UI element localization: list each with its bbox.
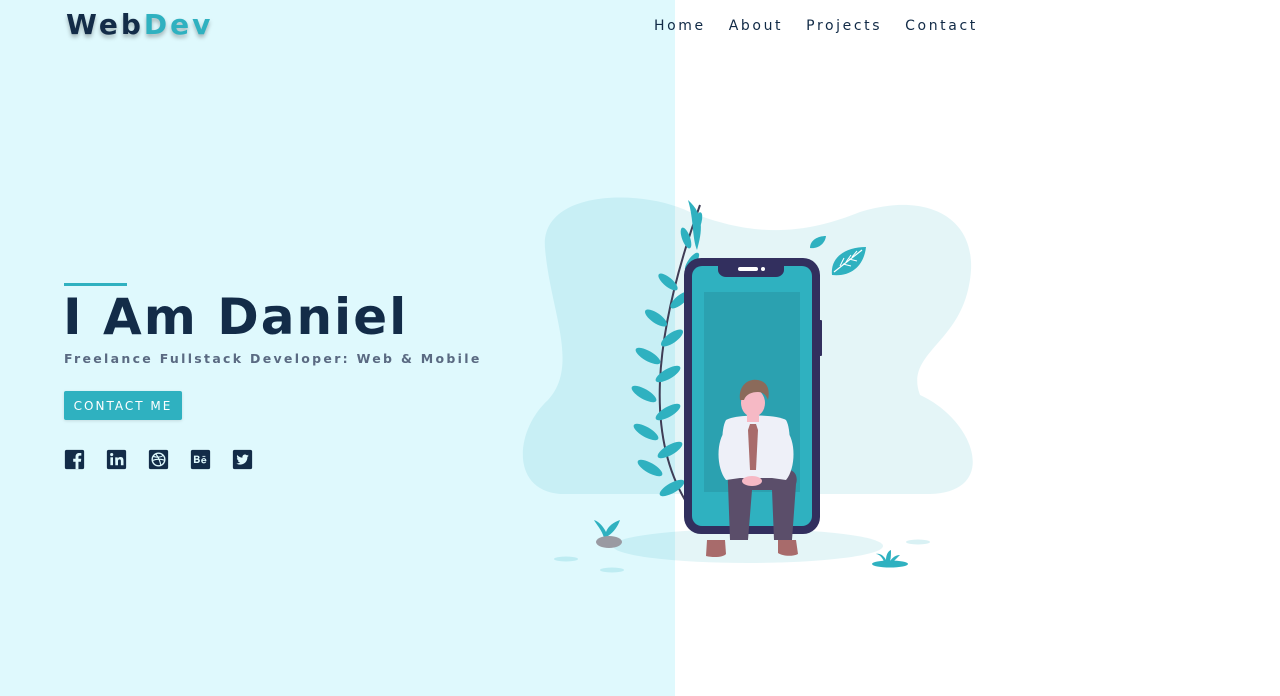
linkedin-icon[interactable]: [106, 449, 127, 470]
behance-icon[interactable]: [190, 449, 211, 470]
nav-home-link[interactable]: Home: [654, 18, 706, 34]
brand-logo-dev: Dev: [143, 8, 214, 41]
contact-me-button[interactable]: CONTACT ME: [64, 391, 182, 420]
hero-illustration: [522, 197, 973, 573]
social-links: [64, 449, 274, 470]
brand-logo[interactable]: WebDev: [66, 8, 213, 41]
hero-title: I Am Daniel: [63, 288, 409, 346]
ground-plant: [872, 550, 908, 568]
facebook-icon[interactable]: [64, 449, 85, 470]
title-accent-line: [64, 283, 127, 286]
dribbble-icon[interactable]: [148, 449, 169, 470]
main-nav: Home About Projects Contact: [654, 18, 1001, 34]
small-plant: [594, 520, 622, 548]
hero-subtitle: Freelance Fullstack Developer: Web & Mob…: [64, 351, 482, 366]
nav-about-link[interactable]: About: [729, 18, 783, 34]
brand-logo-web: Web: [66, 8, 144, 41]
nav-contact-link[interactable]: Contact: [905, 18, 978, 34]
twitter-icon[interactable]: [232, 449, 253, 470]
nav-projects-link[interactable]: Projects: [806, 18, 882, 34]
